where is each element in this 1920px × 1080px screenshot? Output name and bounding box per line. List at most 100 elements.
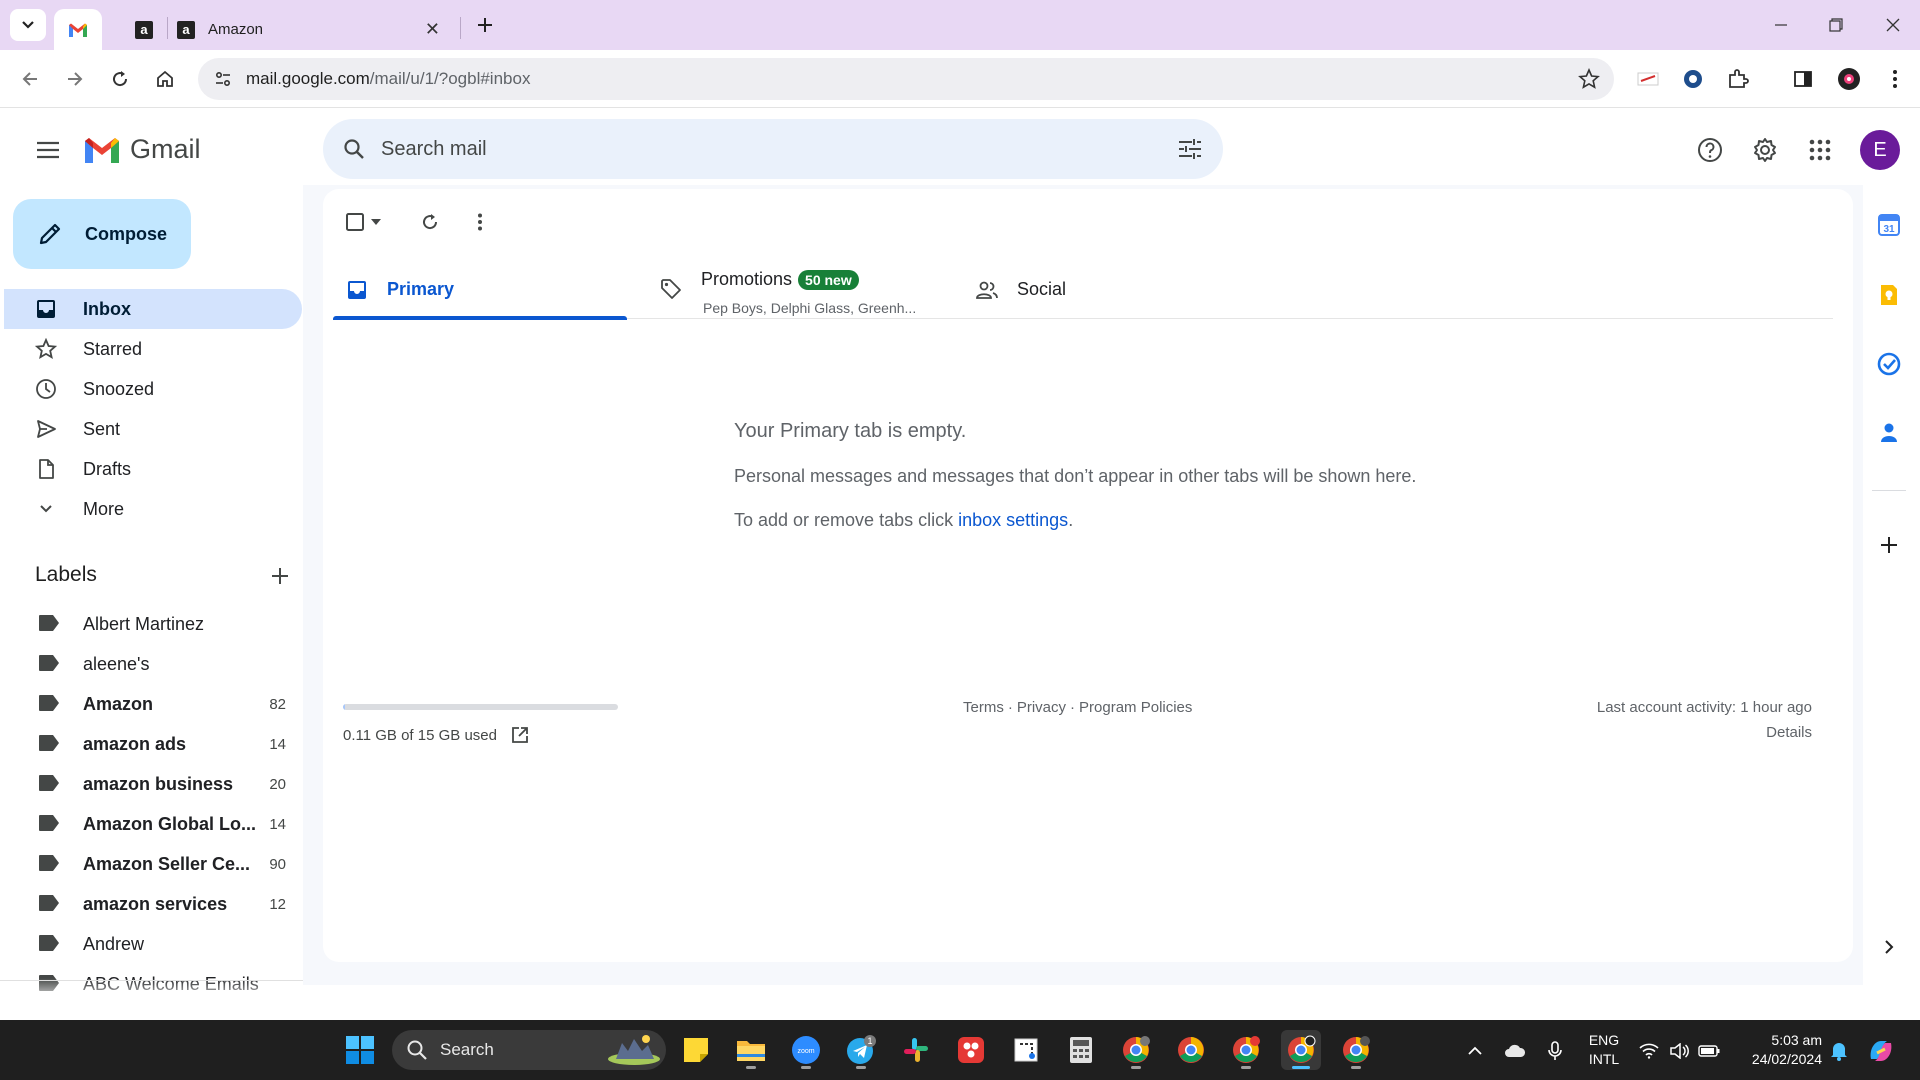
- taskbar-search[interactable]: Search: [392, 1030, 666, 1070]
- terms-link[interactable]: Terms: [963, 699, 1004, 716]
- more-actions-button[interactable]: [465, 207, 495, 237]
- reload-button[interactable]: [104, 63, 136, 95]
- sticky-notes-app[interactable]: [676, 1030, 716, 1070]
- nav-snoozed[interactable]: Snoozed: [4, 369, 302, 409]
- label-item[interactable]: Albert Martinez: [4, 604, 302, 644]
- chevron-down-icon: [22, 21, 34, 29]
- notifications-bell-icon[interactable]: [1828, 1040, 1850, 1062]
- svg-text:31: 31: [1883, 224, 1895, 235]
- wifi-icon[interactable]: [1638, 1040, 1660, 1062]
- microphone-icon[interactable]: [1544, 1040, 1566, 1062]
- calculator-app[interactable]: [1061, 1030, 1101, 1070]
- inbox-settings-link[interactable]: inbox settings: [958, 510, 1068, 530]
- search-input[interactable]: [381, 137, 1141, 161]
- site-info-icon[interactable]: [212, 68, 234, 90]
- expand-side-panel-button[interactable]: [1872, 930, 1906, 964]
- privacy-link[interactable]: Privacy: [1017, 699, 1066, 716]
- extension-blue-icon[interactable]: [1677, 63, 1709, 95]
- main-menu-button[interactable]: [30, 132, 66, 168]
- onedrive-cloud-icon[interactable]: [1504, 1040, 1526, 1062]
- extensions-puzzle-icon[interactable]: [1722, 63, 1754, 95]
- tab-gmail[interactable]: [54, 9, 102, 50]
- label-item[interactable]: amazon services 12: [4, 884, 302, 924]
- chrome-app-1[interactable]: [1116, 1030, 1156, 1070]
- select-options-dropdown[interactable]: [366, 207, 386, 237]
- help-icon[interactable]: [1691, 131, 1729, 169]
- tab-amazon-1[interactable]: a: [124, 9, 164, 50]
- show-hidden-icons-chevron-up-icon[interactable]: [1464, 1040, 1486, 1062]
- label-unread-count: 20: [269, 775, 286, 793]
- nav-sent[interactable]: Sent: [4, 409, 302, 449]
- forward-button[interactable]: [59, 63, 91, 95]
- empty-state-settings-hint: To add or remove tabs click inbox settin…: [734, 510, 1074, 530]
- browser-menu-icon[interactable]: [1879, 63, 1911, 95]
- gmail-logo[interactable]: Gmail: [82, 134, 201, 165]
- chrome-app-3[interactable]: [1226, 1030, 1266, 1070]
- input-language[interactable]: ENG INTL: [1584, 1031, 1624, 1069]
- tab-search-button[interactable]: [10, 9, 46, 41]
- close-tab-icon[interactable]: ✕: [425, 19, 440, 40]
- running-indicator: [1131, 1066, 1141, 1069]
- create-label-button[interactable]: [266, 562, 294, 590]
- chrome-app-2[interactable]: [1171, 1030, 1211, 1070]
- refresh-button[interactable]: [415, 207, 445, 237]
- minimize-button[interactable]: [1768, 12, 1794, 38]
- telegram-app[interactable]: 1: [841, 1030, 881, 1070]
- restore-button[interactable]: [1823, 12, 1849, 38]
- chrome-icon: [1123, 1036, 1150, 1063]
- calendar-icon[interactable]: 31: [1872, 208, 1906, 242]
- account-avatar[interactable]: E: [1860, 130, 1900, 170]
- system-clock[interactable]: 5:03 am 24/02/2024: [1738, 1031, 1822, 1069]
- start-button[interactable]: [340, 1030, 380, 1070]
- new-tab-button[interactable]: [472, 12, 498, 38]
- label-item[interactable]: amazon business 20: [4, 764, 302, 804]
- slack-app[interactable]: [896, 1030, 936, 1070]
- tab-promotions[interactable]: Promotions 50 new Pep Boys, Delphi Glass…: [659, 260, 953, 319]
- compose-button[interactable]: Compose: [13, 199, 191, 269]
- compose-label: Compose: [85, 223, 168, 244]
- back-button[interactable]: [14, 63, 46, 95]
- zoom-app[interactable]: zoom: [786, 1030, 826, 1070]
- nav-inbox[interactable]: Inbox: [4, 289, 302, 329]
- side-panel-icon[interactable]: [1787, 63, 1819, 95]
- tasks-icon[interactable]: [1872, 347, 1906, 381]
- home-button[interactable]: [149, 63, 181, 95]
- nav-more[interactable]: More: [4, 489, 302, 529]
- label-name: aleene's: [83, 653, 150, 674]
- chrome-app-active[interactable]: [1281, 1030, 1321, 1070]
- tab-amazon-2[interactable]: a Amazon ✕: [176, 9, 454, 50]
- label-item[interactable]: Amazon Global Lo... 14: [4, 804, 302, 844]
- bookmark-star-icon[interactable]: [1578, 67, 1600, 95]
- label-item[interactable]: Andrew: [4, 924, 302, 964]
- label-item[interactable]: amazon ads 14: [4, 724, 302, 764]
- extension-flag-icon[interactable]: [1632, 63, 1664, 95]
- settings-gear-icon[interactable]: [1746, 131, 1784, 169]
- profile-avatar-icon[interactable]: [1833, 63, 1865, 95]
- copilot-icon[interactable]: [1866, 1040, 1896, 1062]
- nav-drafts[interactable]: Drafts: [4, 449, 302, 489]
- chrome-app-5[interactable]: [1336, 1030, 1376, 1070]
- external-link-icon[interactable]: [509, 724, 531, 746]
- tab-social[interactable]: Social: [975, 260, 1269, 319]
- search-icon[interactable]: [339, 134, 369, 164]
- plus-icon: [1881, 537, 1897, 553]
- get-addons-button[interactable]: [1872, 528, 1906, 562]
- keep-icon[interactable]: [1872, 278, 1906, 312]
- tab-primary[interactable]: Primary: [333, 260, 627, 320]
- battery-icon[interactable]: [1698, 1040, 1720, 1062]
- red-app[interactable]: [951, 1030, 991, 1070]
- address-bar[interactable]: mail.google.com/mail/u/1/?ogbl#inbox: [198, 58, 1614, 100]
- file-explorer-app[interactable]: [731, 1030, 771, 1070]
- contacts-icon[interactable]: [1872, 416, 1906, 450]
- label-item[interactable]: aleene's: [4, 644, 302, 684]
- volume-icon[interactable]: [1668, 1040, 1690, 1062]
- label-item[interactable]: Amazon 82: [4, 684, 302, 724]
- activity-details-link[interactable]: Details: [1766, 724, 1812, 741]
- search-options-icon[interactable]: [1175, 134, 1205, 164]
- program-policies-link[interactable]: Program Policies: [1079, 699, 1192, 716]
- apps-grid-icon[interactable]: [1801, 131, 1839, 169]
- snipping-tool-app[interactable]: [1006, 1030, 1046, 1070]
- label-item[interactable]: Amazon Seller Ce... 90: [4, 844, 302, 884]
- close-window-button[interactable]: [1880, 12, 1906, 38]
- nav-starred[interactable]: Starred: [4, 329, 302, 369]
